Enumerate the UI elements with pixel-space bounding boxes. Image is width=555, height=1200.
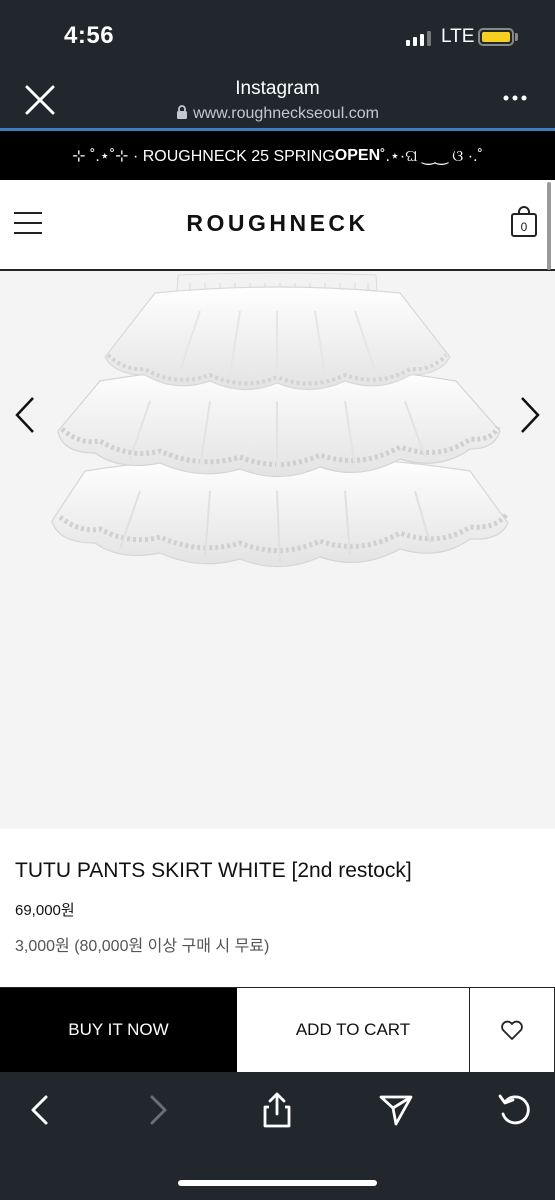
- page-scrollbar[interactable]: [547, 182, 551, 270]
- back-icon[interactable]: [20, 1090, 60, 1130]
- shipping-fee: 3,000원 (80,000원 이상 구매 시 무료): [15, 938, 270, 955]
- send-icon[interactable]: [376, 1090, 416, 1130]
- announcement-bar[interactable]: ⊹ ˚.⋆˚⊹ · ROUGHNECK 25 SPRING OPEN ˚.⋆·ଘ …: [0, 131, 555, 180]
- product-info: TUTU PANTS SKIRT WHITE [2nd restock] 69,…: [0, 829, 555, 987]
- network-label: LTE: [441, 26, 475, 47]
- purchase-actions: BUY IT NOW ADD TO CART: [0, 987, 555, 1072]
- announcement-suffix: ˚.⋆·ଘ ‿‿ ଓ ·.˚: [380, 147, 483, 165]
- battery-icon: [478, 28, 514, 46]
- browser-toolbar: [0, 1072, 555, 1200]
- share-icon[interactable]: [257, 1090, 297, 1130]
- status-bar: 4:56 LTE: [0, 0, 555, 70]
- site-header: ROUGHNECK 0: [0, 180, 555, 270]
- forward-icon[interactable]: [138, 1090, 178, 1130]
- chevron-right-icon[interactable]: [518, 395, 542, 435]
- chevron-left-icon[interactable]: [13, 395, 37, 435]
- signal-icon: [406, 30, 431, 46]
- browser-url-bar[interactable]: www.roughneckseoul.com: [0, 105, 555, 125]
- browser-title: Instagram: [235, 78, 320, 99]
- product-image-slider[interactable]: [0, 271, 555, 829]
- product-name: TUTU PANTS SKIRT WHITE [2nd restock]: [15, 859, 412, 882]
- site-logo[interactable]: ROUGHNECK: [0, 210, 555, 237]
- announcement-prefix: ⊹ ˚.⋆˚⊹ · ROUGHNECK 25 SPRING: [72, 147, 335, 165]
- cart-count: 0: [521, 220, 528, 234]
- add-to-cart-button[interactable]: ADD TO CART: [237, 988, 470, 1072]
- more-icon[interactable]: [502, 88, 528, 108]
- buy-now-button[interactable]: BUY IT NOW: [0, 988, 237, 1072]
- lock-icon: [176, 105, 188, 125]
- product-photo: [51, 272, 509, 568]
- reload-icon[interactable]: [495, 1090, 535, 1130]
- heart-icon: [501, 1020, 523, 1040]
- status-time: 4:56: [64, 22, 115, 49]
- battery-cap: [515, 33, 518, 41]
- wishlist-button[interactable]: [470, 988, 555, 1072]
- shopping-bag-icon[interactable]: 0: [510, 206, 538, 238]
- product-price: 69,000원: [15, 902, 75, 919]
- browser-header: Instagram www.roughneckseoul.com: [0, 70, 555, 130]
- announcement-highlight: OPEN: [334, 146, 381, 164]
- home-indicator[interactable]: [178, 1180, 377, 1186]
- browser-url: www.roughneckseoul.com: [193, 105, 379, 122]
